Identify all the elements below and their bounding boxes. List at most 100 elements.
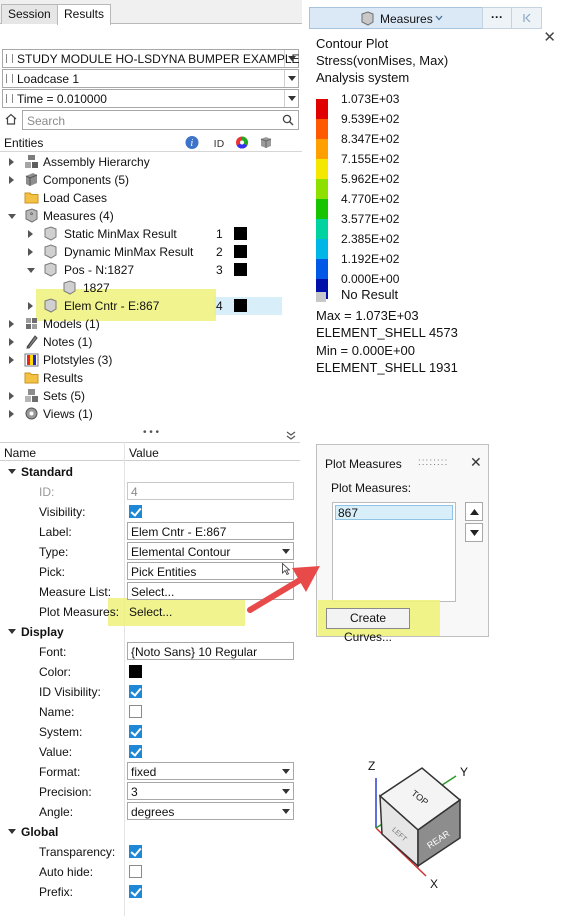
tree-item-models[interactable]: Models (1) <box>0 315 302 333</box>
auto-hide-checkbox[interactable] <box>129 865 142 878</box>
format-select[interactable]: fixed <box>127 762 294 780</box>
tree-item-assembly[interactable]: Assembly Hierarchy <box>0 153 302 171</box>
move-down-button[interactable] <box>465 523 483 542</box>
tab-session[interactable]: Session <box>1 4 58 24</box>
more-options-button[interactable]: ··· <box>482 7 512 29</box>
notes-icon <box>26 335 38 349</box>
close-panel-icon[interactable]: ✕ <box>543 28 556 46</box>
measure-color-swatch[interactable] <box>234 263 247 276</box>
expand-arrow-icon[interactable] <box>28 302 33 310</box>
home-icon[interactable] <box>5 113 17 125</box>
tree-item-results[interactable]: Results <box>0 369 302 387</box>
tree-item-measure-4[interactable]: Elem Cntr - E:867 4 <box>0 297 302 315</box>
precision-select[interactable]: 3 <box>127 782 294 800</box>
value-checkbox[interactable] <box>129 745 142 758</box>
chevron-down-icon[interactable] <box>279 543 293 559</box>
tree-item-measure-2[interactable]: Dynamic MinMax Result 2 <box>0 243 302 261</box>
chevron-down-icon[interactable] <box>435 15 443 21</box>
name-checkbox[interactable] <box>129 705 142 718</box>
expand-arrow-icon[interactable] <box>28 248 33 256</box>
loadcase-selector-value: Loadcase 1 <box>17 72 80 86</box>
measure-color-swatch[interactable] <box>234 245 247 258</box>
tree-item-notes[interactable]: Notes (1) <box>0 333 302 351</box>
move-up-button[interactable] <box>465 502 483 521</box>
tree-item-label: Components (5) <box>43 173 130 187</box>
tab-results[interactable]: Results <box>57 4 112 25</box>
expand-arrow-icon[interactable] <box>9 158 14 166</box>
svg-text:ID: ID <box>214 139 225 150</box>
expand-arrow-icon[interactable] <box>28 230 33 238</box>
expand-arrow-icon[interactable] <box>9 338 14 346</box>
tree-item-loadcases[interactable]: Load Cases <box>0 189 302 207</box>
close-icon[interactable]: ✕ <box>470 454 482 471</box>
search-icon[interactable] <box>282 114 294 126</box>
visibility-checkbox[interactable] <box>129 505 142 518</box>
collapse-arrow-icon[interactable] <box>27 268 35 273</box>
dialog-title: Plot Measures <box>325 457 402 471</box>
tree-item-components[interactable]: Components (5) <box>0 171 302 189</box>
id-visibility-checkbox[interactable] <box>129 685 142 698</box>
color-swatch[interactable] <box>129 665 142 678</box>
panel-splitter[interactable]: • • • <box>0 428 302 438</box>
system-checkbox[interactable] <box>129 725 142 738</box>
measure-color-swatch[interactable] <box>234 299 247 312</box>
expand-arrow-icon[interactable] <box>9 392 14 400</box>
view-navigation-cube[interactable]: Z Y X TOP LEFT REAR <box>360 756 480 896</box>
visibility-column-icon[interactable] <box>258 135 274 150</box>
id-field: 4 <box>127 482 294 500</box>
plot-measures-list[interactable]: 867 <box>332 502 456 602</box>
expand-arrow-icon[interactable] <box>9 320 14 328</box>
tree-item-sets[interactable]: Sets (5) <box>0 387 302 405</box>
chevron-down-icon[interactable] <box>279 803 293 819</box>
time-selector[interactable]: Time = 0.010000 <box>2 89 299 108</box>
font-field[interactable]: {Noto Sans} 10 Regular <box>127 642 294 660</box>
study-selector[interactable]: STUDY MODULE HO-LSDYNA BUMPER EXAMPLE <box>2 49 300 68</box>
collapse-arrow-icon[interactable] <box>8 829 16 834</box>
create-curves-button[interactable]: Create Curves... <box>326 608 410 644</box>
expand-arrow-icon[interactable] <box>9 356 14 364</box>
section-global[interactable]: Global <box>0 821 300 841</box>
tree-item-measures[interactable]: ° Measures (4) <box>0 207 302 225</box>
legend-no-result: No Result <box>341 287 399 302</box>
measure-color-swatch[interactable] <box>234 227 247 240</box>
chevron-down-icon[interactable] <box>279 763 293 779</box>
pin-button[interactable] <box>511 7 542 29</box>
angle-select[interactable]: degrees <box>127 802 294 820</box>
measures-dropdown[interactable]: Measures <box>309 7 484 29</box>
chevron-down-icon[interactable] <box>284 70 298 87</box>
prefix-checkbox[interactable] <box>129 885 142 898</box>
chevron-down-icon[interactable] <box>284 90 298 107</box>
type-select[interactable]: Elemental Contour <box>127 542 294 560</box>
drag-grip-icon[interactable]: :::::::: <box>418 457 448 468</box>
section-standard[interactable]: Standard <box>0 461 300 481</box>
prop-label: Transparency: <box>39 845 116 859</box>
info-column-icon[interactable]: i <box>184 135 200 150</box>
loadcase-selector[interactable]: Loadcase 1 <box>2 69 299 88</box>
components-icon <box>25 173 38 186</box>
tree-item-measure-1[interactable]: Static MinMax Result 1 <box>0 225 302 243</box>
collapse-arrow-icon[interactable] <box>8 469 16 474</box>
tree-item-views[interactable]: Views (1) <box>0 405 302 423</box>
plot-measures-select[interactable]: Select... <box>129 605 172 619</box>
collapse-arrow-icon[interactable] <box>8 629 16 634</box>
expand-arrow-icon[interactable] <box>9 410 14 418</box>
search-input[interactable]: Search <box>22 110 299 130</box>
tree-item-measure-3[interactable]: Pos - N:1827 3 <box>0 261 302 279</box>
tree-item-plotstyles[interactable]: Plotstyles (3) <box>0 351 302 369</box>
transparency-checkbox[interactable] <box>129 845 142 858</box>
type-value: Elemental Contour <box>131 545 231 559</box>
collapse-arrow-icon[interactable] <box>8 214 16 219</box>
expand-arrow-icon[interactable] <box>9 176 14 184</box>
id-column-icon[interactable]: ID <box>211 135 227 150</box>
color-column-icon[interactable] <box>234 135 250 150</box>
tree-item-label: Views (1) <box>43 407 93 421</box>
section-display[interactable]: Display <box>0 621 300 641</box>
tree-item-measure-3-child[interactable]: 1827 <box>0 279 302 297</box>
prop-label: Angle: <box>39 805 74 819</box>
chevron-down-icon[interactable] <box>284 50 298 67</box>
collapse-double-chevron-icon[interactable] <box>286 431 296 440</box>
chevron-down-icon[interactable] <box>279 783 293 799</box>
label-field[interactable]: Elem Cntr - E:867 <box>127 522 294 540</box>
tree-item-label: Measures (4) <box>43 209 114 223</box>
list-item[interactable]: 867 <box>335 505 453 520</box>
